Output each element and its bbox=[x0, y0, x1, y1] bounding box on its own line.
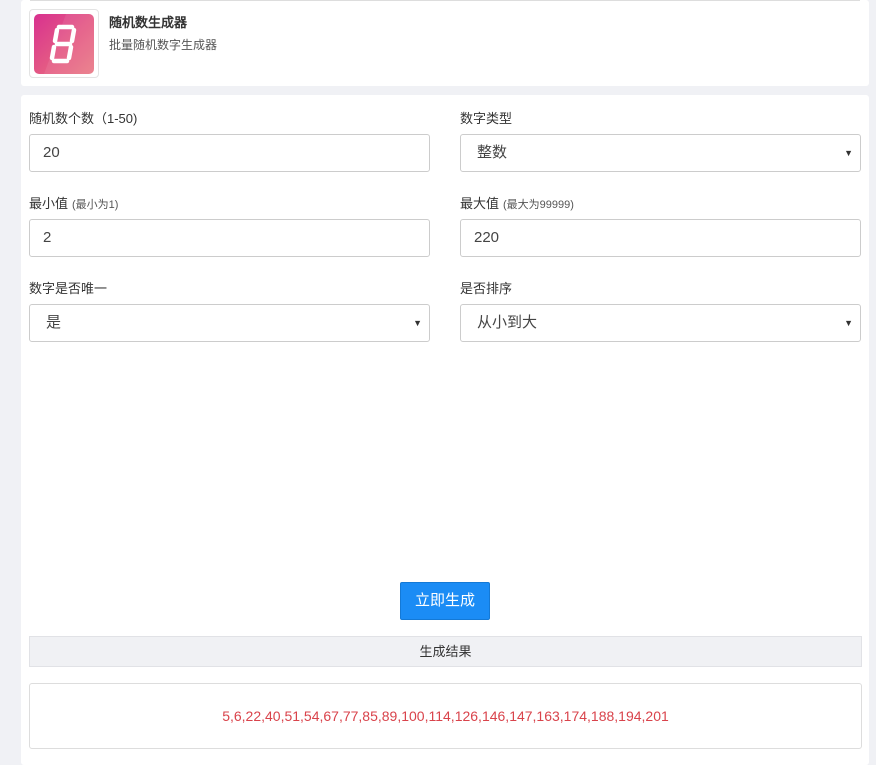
seven-segment-digit-icon bbox=[34, 14, 94, 74]
min-label: 最小值 (最小为1) bbox=[29, 193, 118, 212]
max-value: 220 bbox=[474, 229, 500, 246]
max-hint: (最大为99999) bbox=[503, 199, 574, 211]
min-label-text: 最小值 bbox=[29, 196, 69, 211]
result-heading: 生成结果 bbox=[29, 636, 862, 667]
type-value: 整数 bbox=[477, 144, 508, 161]
count-input[interactable]: 20 bbox=[29, 134, 430, 172]
sort-label: 是否排序 bbox=[460, 281, 513, 296]
max-label-text: 最大值 bbox=[460, 196, 500, 211]
header-divider bbox=[30, 0, 860, 1]
app-description: 批量随机数字生成器 bbox=[109, 38, 218, 52]
type-select[interactable]: 整数 ▼ bbox=[460, 134, 861, 172]
min-hint: (最小为1) bbox=[72, 199, 119, 211]
app-header-card: 随机数生成器 批量随机数字生成器 bbox=[21, 0, 869, 86]
chevron-down-icon: ▼ bbox=[413, 318, 422, 328]
app-title: 随机数生成器 bbox=[109, 15, 188, 30]
app-icon-frame bbox=[29, 9, 99, 78]
sort-select[interactable]: 从小到大 ▼ bbox=[460, 304, 861, 342]
count-label: 随机数个数（1-50) bbox=[29, 111, 138, 126]
count-value: 20 bbox=[43, 144, 60, 161]
max-input[interactable]: 220 bbox=[460, 219, 861, 257]
result-output[interactable]: 5,6,22,40,51,54,67,77,85,89,100,114,126,… bbox=[29, 683, 862, 749]
chevron-down-icon: ▼ bbox=[844, 318, 853, 328]
sort-value: 从小到大 bbox=[477, 314, 538, 331]
min-value: 2 bbox=[43, 229, 52, 246]
unique-value: 是 bbox=[46, 314, 62, 331]
generate-button[interactable]: 立即生成 bbox=[400, 582, 490, 620]
chevron-down-icon: ▼ bbox=[844, 148, 853, 158]
unique-label: 数字是否唯一 bbox=[29, 281, 108, 296]
max-label: 最大值 (最大为99999) bbox=[460, 193, 574, 212]
type-label: 数字类型 bbox=[460, 111, 513, 126]
unique-select[interactable]: 是 ▼ bbox=[29, 304, 430, 342]
generator-form-card: 随机数个数（1-50) 20 数字类型 整数 ▼ 最小值 (最小为1) 2 最大值… bbox=[21, 95, 869, 765]
min-input[interactable]: 2 bbox=[29, 219, 430, 257]
